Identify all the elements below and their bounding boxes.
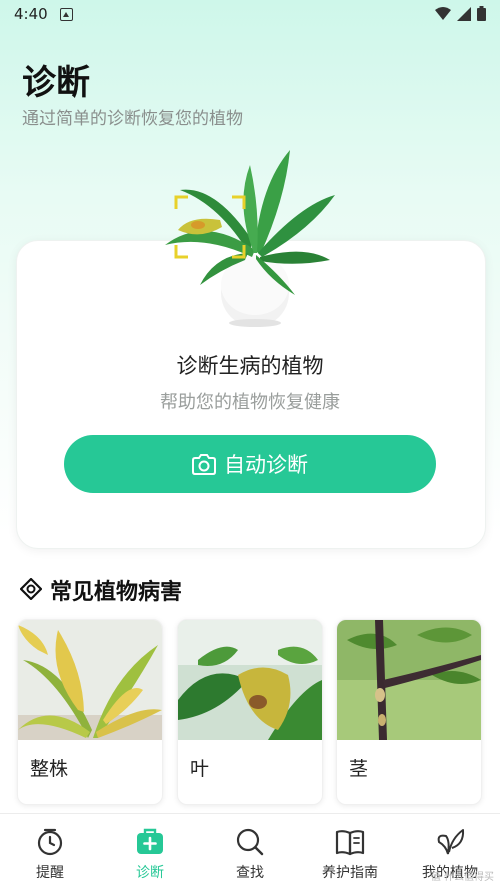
book-icon — [335, 830, 365, 856]
medical-kit-icon — [137, 828, 163, 854]
clock-icon — [37, 828, 63, 856]
auto-diagnose-button[interactable]: 自动诊断 — [64, 435, 436, 493]
nav-item-care-guide[interactable]: 养护指南 — [300, 814, 400, 890]
battery-icon — [477, 6, 486, 21]
leaf-photo — [178, 620, 322, 740]
nav-label-search: 查找 — [236, 865, 264, 881]
watermark: 值 什么值得买 — [430, 872, 494, 883]
disease-label-stem: 茎 — [349, 758, 369, 780]
nav-label-diagnose: 诊断 — [136, 865, 164, 881]
disease-label-whole-plant: 整株 — [30, 758, 69, 780]
leaf-icon — [437, 829, 465, 855]
disease-card-stem[interactable]: 茎 — [336, 619, 482, 805]
disease-label-leaf: 叶 — [190, 758, 210, 780]
status-time: 4:40 — [14, 5, 48, 23]
plant-illustration — [165, 150, 335, 327]
camera-icon — [192, 454, 216, 475]
auto-diagnose-button-label: 自动诊断 — [224, 453, 308, 477]
wifi-icon — [435, 6, 451, 20]
nav-item-search[interactable]: 查找 — [200, 814, 300, 890]
page-title: 诊断 — [22, 63, 90, 103]
target-icon — [20, 578, 42, 600]
nav-label-care-guide: 养护指南 — [322, 865, 378, 881]
nav-item-diagnose[interactable]: 诊断 — [100, 814, 200, 890]
disease-card-whole-plant[interactable]: 整株 — [17, 619, 163, 805]
nav-item-reminders[interactable]: 提醒 — [0, 814, 100, 890]
whole-plant-photo — [18, 620, 162, 740]
disease-card-leaf[interactable]: 叶 — [177, 619, 323, 805]
page-subtitle: 通过简单的诊断恢复您的植物 — [22, 109, 243, 129]
status-icons — [435, 6, 486, 21]
diagnose-card-title: 诊断生病的植物 — [176, 354, 324, 378]
signal-icon — [457, 6, 471, 21]
nav-label-reminders: 提醒 — [36, 865, 64, 881]
section-title: 常见植物病害 — [50, 580, 183, 605]
search-icon — [236, 828, 264, 856]
stem-photo — [337, 620, 481, 740]
notification-icon — [60, 8, 73, 21]
diagnose-card-subtitle: 帮助您的植物恢复健康 — [160, 392, 340, 413]
bottom-nav: 提醒 诊断 查找 养护指南 我的植物 — [0, 813, 500, 890]
status-bar: 4:40 — [0, 0, 500, 28]
